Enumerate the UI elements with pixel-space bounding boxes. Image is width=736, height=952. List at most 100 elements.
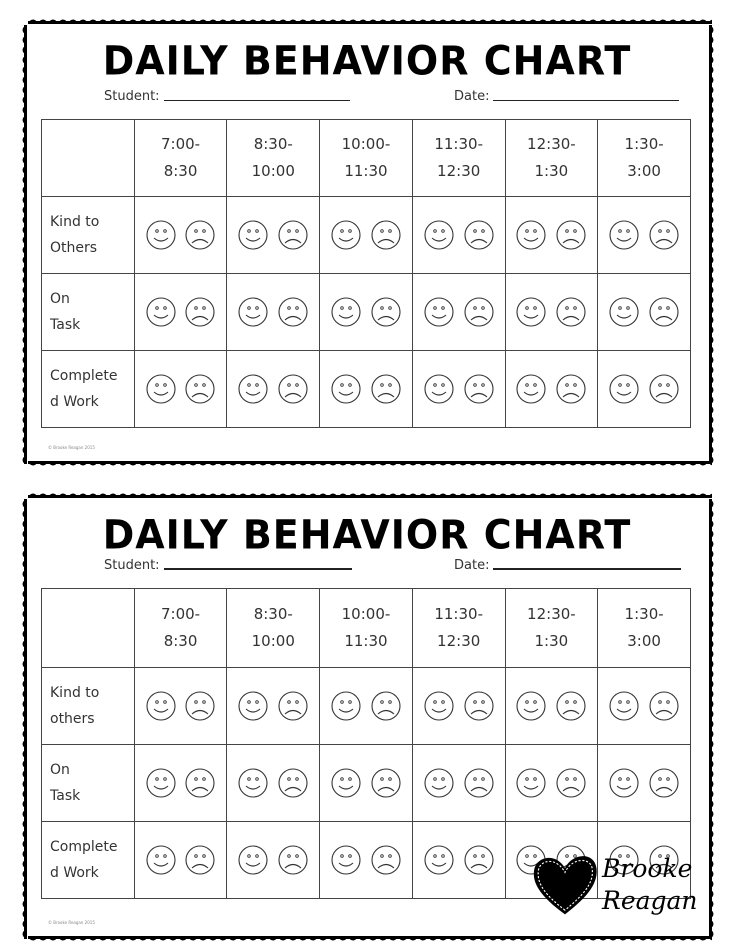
student-input-line[interactable] — [163, 99, 350, 101]
face-options — [413, 296, 505, 328]
smiley-face-icon[interactable] — [608, 690, 640, 722]
frowny-face-icon[interactable] — [184, 219, 216, 251]
face-options — [413, 219, 505, 251]
face-options — [135, 844, 227, 876]
smiley-face-icon[interactable] — [330, 690, 362, 722]
smiley-face-icon[interactable] — [145, 690, 177, 722]
frowny-face-icon[interactable] — [463, 373, 495, 405]
smiley-face-icon[interactable] — [423, 767, 455, 799]
smiley-face-icon[interactable] — [145, 844, 177, 876]
smiley-face-icon[interactable] — [330, 844, 362, 876]
time-slot-line: 7:00- — [161, 605, 201, 623]
behavior-row: Kind to others — [41, 667, 691, 745]
smiley-face-icon[interactable] — [515, 219, 547, 251]
frowny-face-icon[interactable] — [370, 690, 402, 722]
student-field: Student: — [104, 89, 350, 104]
smiley-face-icon[interactable] — [330, 219, 362, 251]
smiley-face-icon[interactable] — [423, 690, 455, 722]
smiley-face-icon[interactable] — [145, 219, 177, 251]
frowny-face-icon[interactable] — [277, 296, 309, 328]
smiley-face-icon[interactable] — [237, 373, 269, 405]
face-options — [135, 296, 227, 328]
smiley-face-icon[interactable] — [237, 296, 269, 328]
frowny-face-icon[interactable] — [648, 296, 680, 328]
smiley-face-icon[interactable] — [515, 767, 547, 799]
smiley-face-icon[interactable] — [608, 219, 640, 251]
face-options — [227, 219, 319, 251]
heart-icon — [533, 856, 597, 915]
rating-cell — [133, 667, 228, 745]
frowny-face-icon[interactable] — [648, 690, 680, 722]
behavior-label-line: Kind to — [50, 685, 100, 701]
frowny-face-icon[interactable] — [277, 373, 309, 405]
frowny-face-icon[interactable] — [648, 767, 680, 799]
smiley-face-icon[interactable] — [515, 373, 547, 405]
student-input-line[interactable] — [163, 567, 352, 570]
frowny-face-icon[interactable] — [184, 296, 216, 328]
frowny-face-icon[interactable] — [277, 690, 309, 722]
smiley-face-icon[interactable] — [608, 767, 640, 799]
behavior-label: On Task — [41, 273, 135, 351]
frowny-face-icon[interactable] — [370, 296, 402, 328]
smiley-face-icon[interactable] — [145, 767, 177, 799]
frowny-face-icon[interactable] — [555, 767, 587, 799]
frowny-face-icon[interactable] — [370, 767, 402, 799]
frowny-face-icon[interactable] — [648, 373, 680, 405]
time-slot-line: 10:00- — [341, 135, 391, 153]
smiley-face-icon[interactable] — [515, 296, 547, 328]
rating-cell — [411, 821, 506, 899]
date-input-line[interactable] — [493, 567, 682, 570]
frowny-face-icon[interactable] — [555, 296, 587, 328]
brand-name-line2: Reagan — [602, 886, 698, 915]
face-options — [598, 767, 690, 799]
frowny-face-icon[interactable] — [184, 690, 216, 722]
behavior-label-line: Others — [50, 240, 98, 256]
smiley-face-icon[interactable] — [608, 296, 640, 328]
frowny-face-icon[interactable] — [463, 767, 495, 799]
smiley-face-icon[interactable] — [237, 844, 269, 876]
smiley-face-icon[interactable] — [423, 219, 455, 251]
frowny-face-icon[interactable] — [555, 219, 587, 251]
behavior-label-line: Task — [50, 788, 81, 804]
smiley-face-icon[interactable] — [237, 690, 269, 722]
date-input-line[interactable] — [493, 99, 680, 101]
frowny-face-icon[interactable] — [184, 767, 216, 799]
frowny-face-icon[interactable] — [463, 690, 495, 722]
behavior-label-line: Kind to — [50, 214, 100, 230]
rating-cell — [226, 196, 321, 274]
frowny-face-icon[interactable] — [277, 844, 309, 876]
time-slot-line: 3:00 — [627, 632, 661, 650]
frowny-face-icon[interactable] — [277, 767, 309, 799]
face-options — [598, 296, 690, 328]
frowny-face-icon[interactable] — [370, 219, 402, 251]
frowny-face-icon[interactable] — [370, 373, 402, 405]
frowny-face-icon[interactable] — [184, 844, 216, 876]
smiley-face-icon[interactable] — [423, 296, 455, 328]
frowny-face-icon[interactable] — [555, 373, 587, 405]
smiley-face-icon[interactable] — [423, 373, 455, 405]
smiley-face-icon[interactable] — [423, 844, 455, 876]
behavior-row: On Task — [41, 744, 691, 822]
frowny-face-icon[interactable] — [463, 219, 495, 251]
smiley-face-icon[interactable] — [145, 296, 177, 328]
smiley-face-icon[interactable] — [330, 767, 362, 799]
time-slot-line: 1:30 — [534, 632, 569, 650]
smiley-face-icon[interactable] — [515, 690, 547, 722]
behavior-row: Complete d Work — [41, 350, 691, 428]
frowny-face-icon[interactable] — [463, 296, 495, 328]
smiley-face-icon[interactable] — [330, 296, 362, 328]
smiley-face-icon[interactable] — [237, 219, 269, 251]
smiley-face-icon[interactable] — [237, 767, 269, 799]
smiley-face-icon[interactable] — [145, 373, 177, 405]
smiley-face-icon[interactable] — [330, 373, 362, 405]
frowny-face-icon[interactable] — [370, 844, 402, 876]
frowny-face-icon[interactable] — [463, 844, 495, 876]
behavior-row: Kind to Others — [41, 196, 691, 274]
time-slot-line: 1:30- — [624, 605, 664, 623]
frowny-face-icon[interactable] — [277, 219, 309, 251]
frowny-face-icon[interactable] — [648, 219, 680, 251]
frowny-face-icon[interactable] — [555, 690, 587, 722]
frowny-face-icon[interactable] — [184, 373, 216, 405]
smiley-face-icon[interactable] — [608, 373, 640, 405]
rating-cell — [597, 667, 691, 745]
